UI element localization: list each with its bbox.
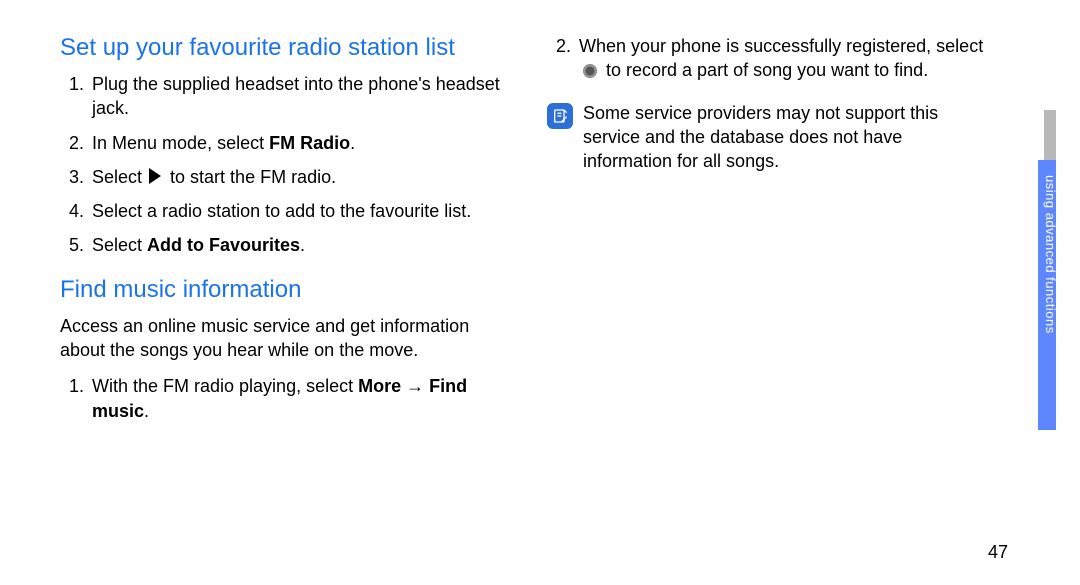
side-tab: using advanced functions: [1038, 0, 1056, 585]
two-column-layout: Set up your favourite radio station list…: [60, 34, 996, 441]
note-icon: [547, 103, 573, 129]
note-block: Some service providers may not support t…: [547, 101, 996, 174]
step-body: When your phone is successfully register…: [579, 34, 996, 83]
step-number: 1.: [60, 374, 84, 398]
step-item: 1. Plug the supplied headset into the ph…: [60, 72, 509, 121]
steps-find-music: 1. With the FM radio playing, select Mor…: [60, 374, 509, 423]
side-tab-label: using advanced functions: [1040, 175, 1058, 415]
step-number: 1.: [60, 72, 84, 96]
steps-find-music-continued: 2. When your phone is successfully regis…: [547, 34, 996, 83]
steps-setup-favourites: 1. Plug the supplied headset into the ph…: [60, 72, 509, 258]
intro-find-music: Access an online music service and get i…: [60, 314, 509, 363]
step-item: 3. Select to start the FM radio.: [60, 165, 509, 189]
step-number: 2.: [547, 34, 571, 58]
step-body: Select Add to Favourites.: [92, 233, 509, 257]
left-column: Set up your favourite radio station list…: [60, 34, 509, 441]
step-item: 2. In Menu mode, select FM Radio.: [60, 131, 509, 155]
step-item: 4. Select a radio station to add to the …: [60, 199, 509, 223]
side-tab-stub: [1044, 110, 1056, 160]
step-body: Select to start the FM radio.: [92, 165, 509, 189]
page-number: 47: [988, 542, 1008, 563]
step-item: 2. When your phone is successfully regis…: [547, 34, 996, 83]
note-text: Some service providers may not support t…: [583, 101, 996, 174]
heading-setup-favourites: Set up your favourite radio station list: [60, 34, 509, 62]
right-column: 2. When your phone is successfully regis…: [547, 34, 996, 441]
step-number: 2.: [60, 131, 84, 155]
step-number: 4.: [60, 199, 84, 223]
record-icon: [583, 64, 597, 78]
play-icon: [149, 168, 161, 184]
step-item: 5. Select Add to Favourites.: [60, 233, 509, 257]
step-item: 1. With the FM radio playing, select Mor…: [60, 374, 509, 423]
step-body: In Menu mode, select FM Radio.: [92, 131, 509, 155]
step-body: With the FM radio playing, select More →…: [92, 374, 509, 423]
step-number: 3.: [60, 165, 84, 189]
step-number: 5.: [60, 233, 84, 257]
heading-find-music: Find music information: [60, 276, 509, 304]
manual-page: Set up your favourite radio station list…: [0, 0, 1080, 585]
step-body: Select a radio station to add to the fav…: [92, 199, 509, 223]
step-body: Plug the supplied headset into the phone…: [92, 72, 509, 121]
